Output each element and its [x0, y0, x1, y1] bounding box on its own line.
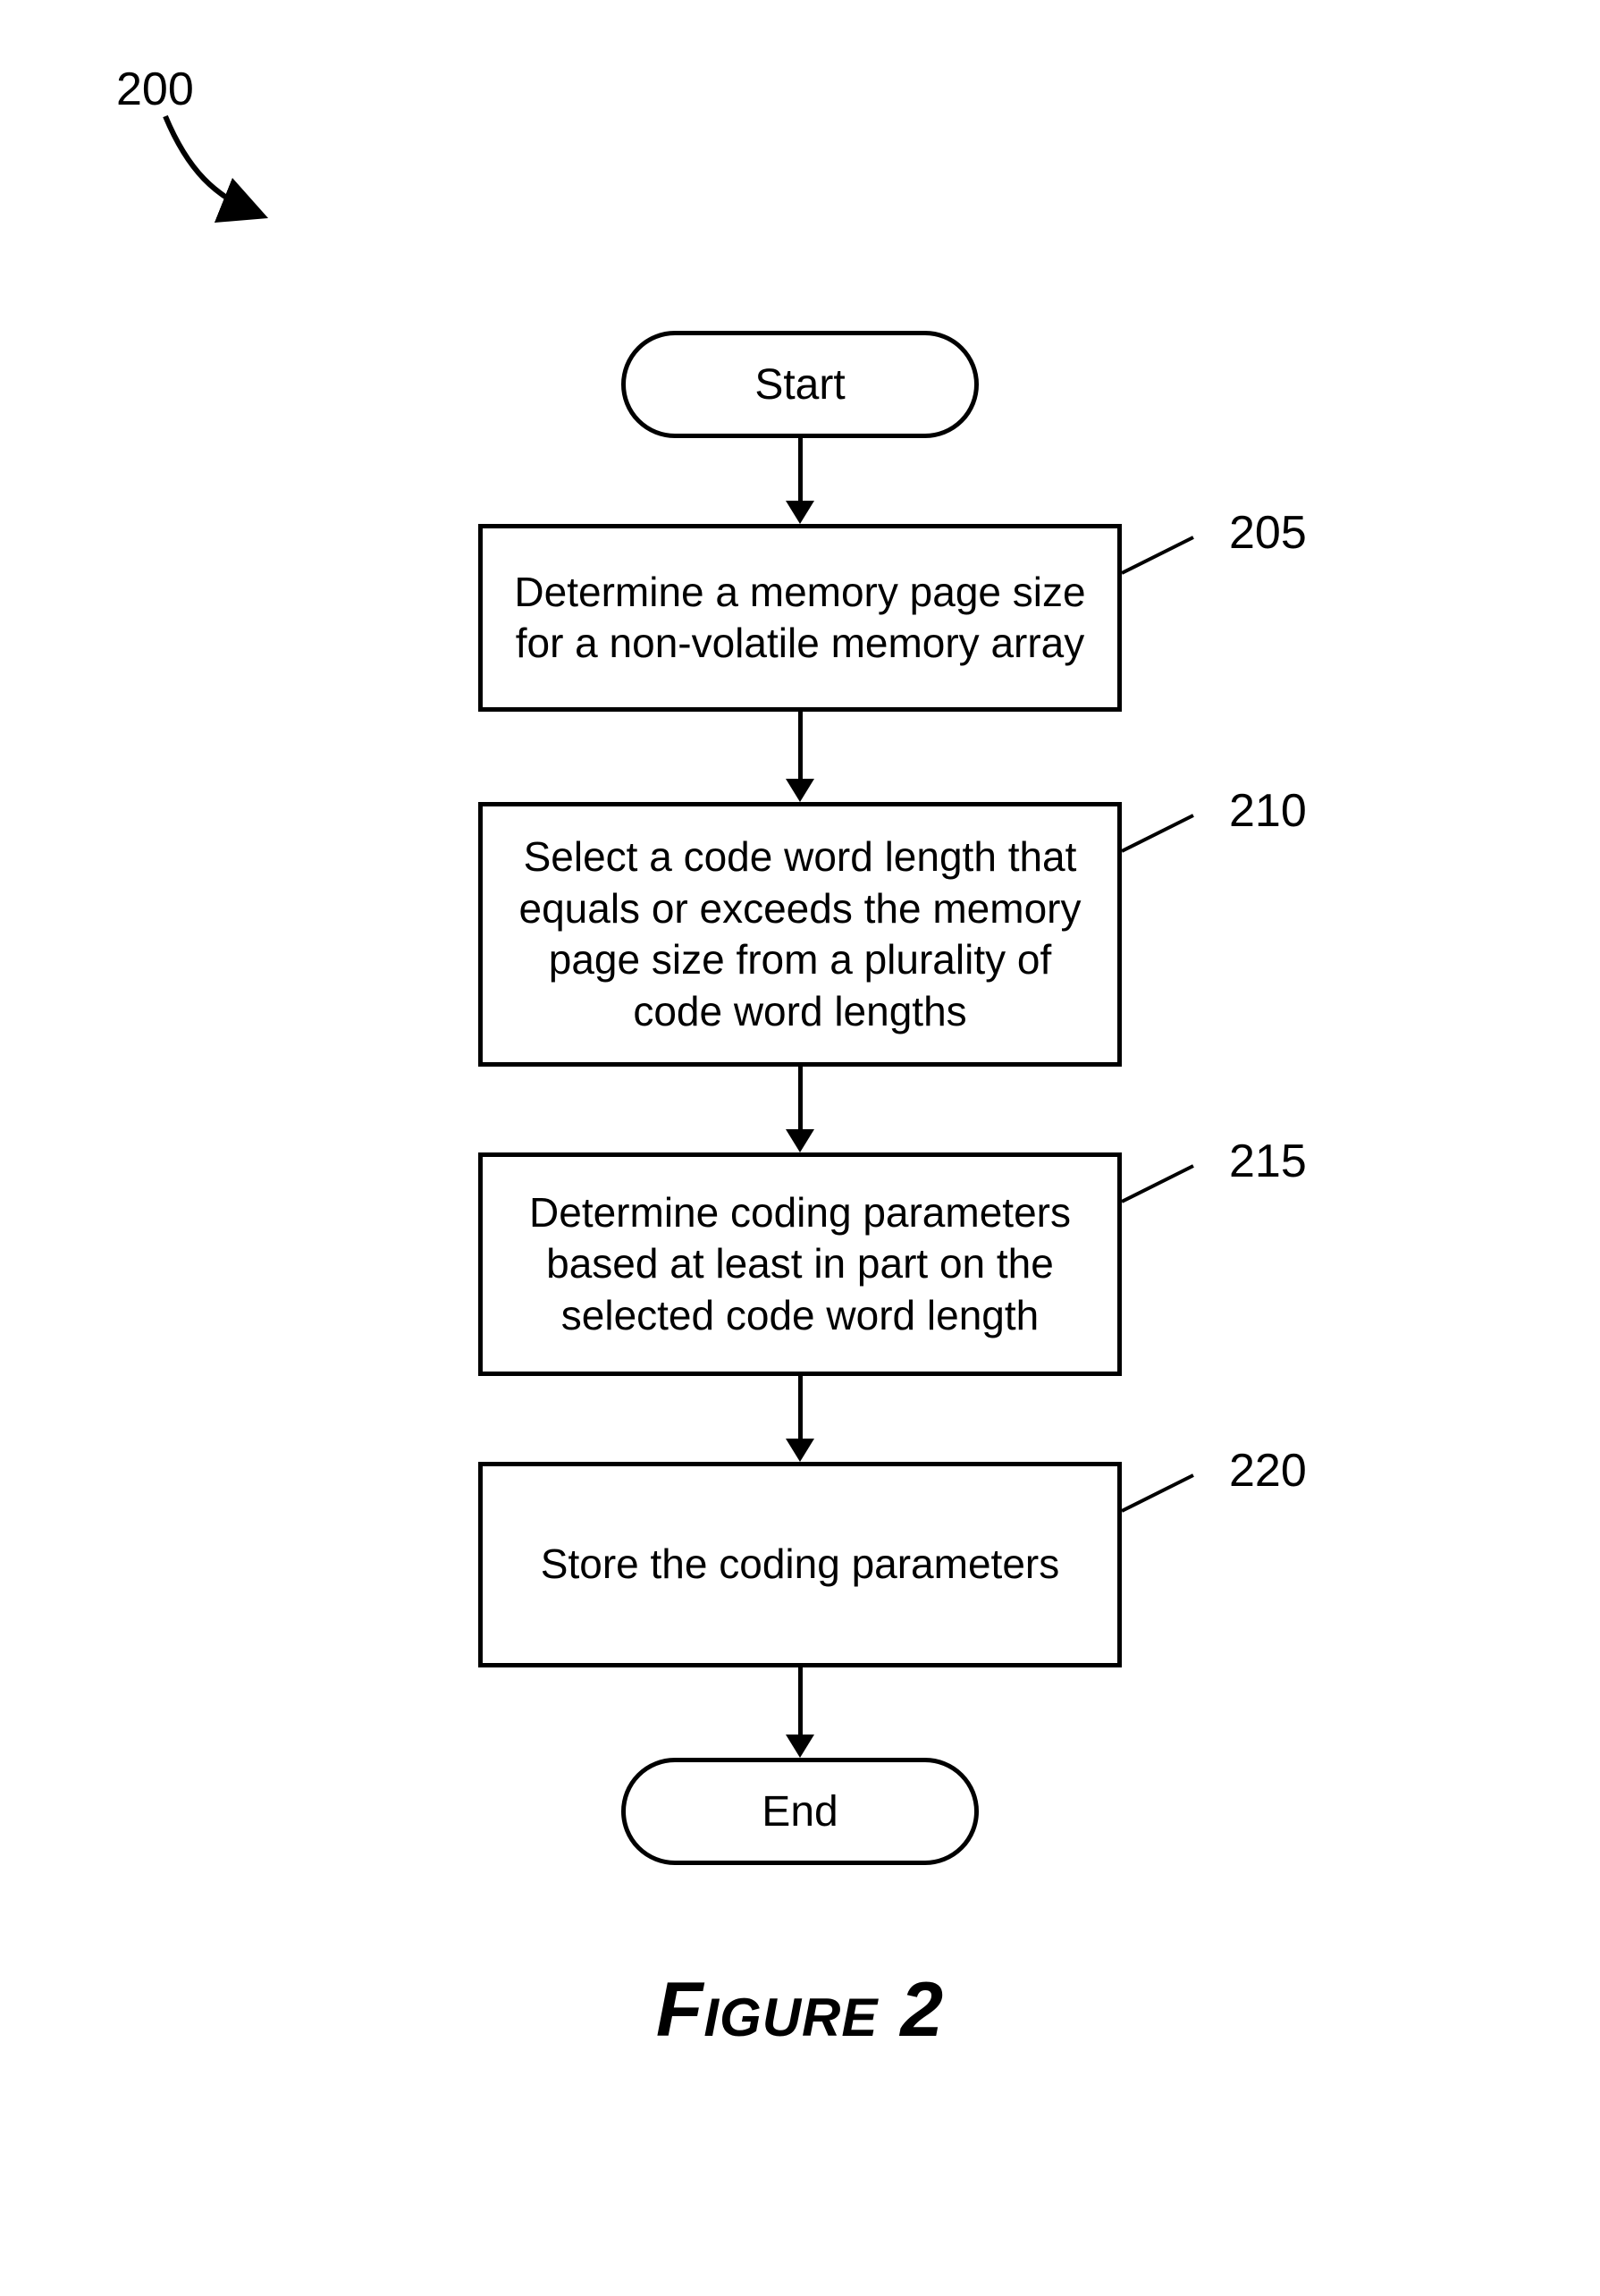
leader-line-icon [1122, 1161, 1211, 1206]
step-number: 205 [1229, 506, 1307, 560]
page: 200 Start Determine a memory page size f… [0, 0, 1600, 2296]
process-box: Determine coding parameters based at lea… [478, 1152, 1122, 1376]
arrow-icon [786, 712, 814, 802]
leader-line-icon [1122, 1471, 1211, 1515]
process-box: Determine a memory page size for a non-v… [478, 524, 1122, 712]
arrow-icon [786, 1067, 814, 1152]
reference-arrow-icon [152, 107, 295, 232]
figure-caption: Figure 2 [0, 1966, 1600, 2055]
process-box: Store the coding parameters [478, 1462, 1122, 1667]
start-terminator: Start [621, 331, 979, 438]
caption-text: Figure 2 [656, 1967, 944, 2053]
arrow-icon [786, 1667, 814, 1758]
process-text: Select a code word length that equals or… [513, 831, 1087, 1037]
end-label: End [762, 1787, 838, 1836]
process-text: Determine a memory page size for a non-v… [513, 567, 1087, 670]
process-box: Select a code word length that equals or… [478, 802, 1122, 1067]
process-text: Store the coding parameters [541, 1539, 1059, 1591]
arrow-icon [786, 1376, 814, 1462]
leader-line-icon [1122, 533, 1211, 578]
end-terminator: End [621, 1758, 979, 1865]
start-label: Start [754, 360, 845, 409]
step-number: 210 [1229, 784, 1307, 838]
step-row: Store the coding parameters 220 [478, 1462, 1122, 1667]
leader-line-icon [1122, 811, 1211, 856]
step-row: Determine coding parameters based at lea… [478, 1152, 1122, 1376]
arrow-icon [786, 438, 814, 524]
flowchart: Start Determine a memory page size for a… [0, 331, 1600, 1865]
step-number: 215 [1229, 1135, 1307, 1188]
step-row: Determine a memory page size for a non-v… [478, 524, 1122, 712]
step-number: 220 [1229, 1444, 1307, 1498]
process-text: Determine coding parameters based at lea… [513, 1187, 1087, 1342]
step-row: Select a code word length that equals or… [478, 802, 1122, 1067]
